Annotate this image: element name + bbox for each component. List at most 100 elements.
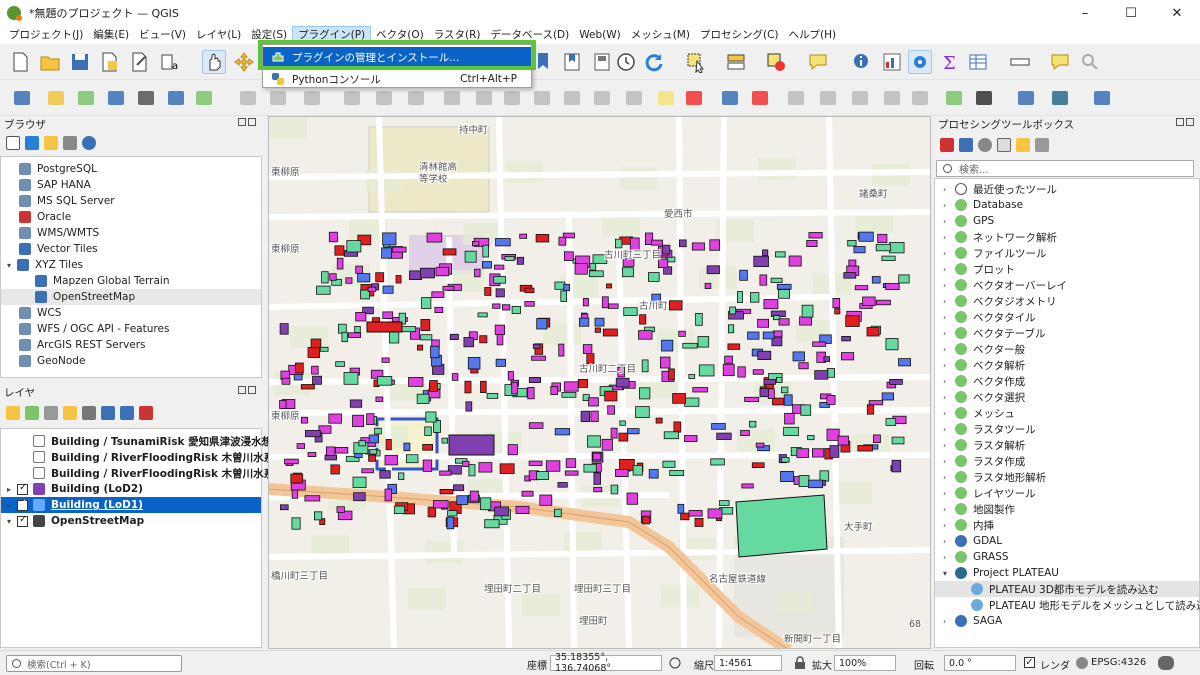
- menu-12[interactable]: ヘルプ(H): [784, 26, 842, 44]
- new-virtual-layer-icon[interactable]: [164, 86, 188, 110]
- processing-item[interactable]: ▾ Project PLATEAU: [935, 565, 1199, 581]
- expand-arrow-icon[interactable]: ›: [943, 553, 953, 562]
- select-features-icon[interactable]: [684, 50, 708, 74]
- processing-item[interactable]: › ベクタジオメトリ: [935, 293, 1199, 309]
- layer-item[interactable]: ▸ Building (LoD1): [1, 497, 261, 513]
- processing-item[interactable]: › GDAL: [935, 533, 1199, 549]
- processing-item[interactable]: › ベクタ選択: [935, 389, 1199, 405]
- menu-1[interactable]: 編集(E): [88, 26, 134, 44]
- layer-item[interactable]: ▾ OpenStreetMap: [1, 513, 261, 529]
- label-highlight-icon[interactable]: [748, 86, 772, 110]
- style-manager-icon[interactable]: a: [158, 50, 182, 74]
- menu-4[interactable]: 設定(S): [246, 26, 292, 44]
- expand-arrow-icon[interactable]: ›: [943, 441, 953, 450]
- pan-to-selection-icon[interactable]: [232, 50, 256, 74]
- models-icon[interactable]: [940, 138, 954, 152]
- processing-item[interactable]: PLATEAU 3D都市モデルを読み込む: [935, 581, 1199, 597]
- expand-arrow-icon[interactable]: ›: [943, 329, 953, 338]
- expand-arrow-icon[interactable]: ›: [943, 537, 953, 546]
- identify-icon[interactable]: [850, 50, 874, 74]
- add-feature-icon[interactable]: [340, 86, 364, 110]
- refresh-icon[interactable]: [642, 50, 666, 74]
- browser-item[interactable]: PostgreSQL: [1, 161, 261, 177]
- expand-arrow-icon[interactable]: ›: [943, 249, 953, 258]
- processing-item[interactable]: PLATEAU 地形モデルをメッシュとして読み込む: [935, 597, 1200, 613]
- processing-item[interactable]: › ベクタ作成: [935, 373, 1199, 389]
- expand-arrow-icon[interactable]: ›: [943, 473, 953, 482]
- expand-arrow-icon[interactable]: ›: [943, 217, 953, 226]
- redo-icon[interactable]: [590, 86, 614, 110]
- browser-item[interactable]: SAP HANA: [1, 177, 261, 193]
- crs-label[interactable]: EPSG:4326: [1091, 657, 1146, 668]
- lock-scale-icon[interactable]: [794, 656, 806, 670]
- refresh-icon[interactable]: [25, 136, 39, 150]
- cut-features-icon[interactable]: [472, 86, 496, 110]
- temporal-controller-icon[interactable]: [614, 50, 638, 74]
- browser-item[interactable]: Vector Tiles: [1, 241, 261, 257]
- python-console-icon[interactable]: [1014, 86, 1038, 110]
- copy-features-icon[interactable]: [500, 86, 524, 110]
- expand-arrow-icon[interactable]: ›: [943, 377, 953, 386]
- close-button[interactable]: ✕: [1154, 0, 1200, 26]
- save-project-icon[interactable]: [68, 50, 92, 74]
- browser-item[interactable]: ▾ XYZ Tiles: [1, 257, 261, 273]
- collapse-all-icon[interactable]: [120, 406, 134, 420]
- expand-arrow-icon[interactable]: ▾: [943, 569, 953, 578]
- show-bookmarks-icon[interactable]: [560, 50, 584, 74]
- menu-2[interactable]: ビュー(V): [134, 26, 191, 44]
- processing-item[interactable]: › ベクタ解析: [935, 357, 1199, 373]
- layer-item[interactable]: Building / RiverFloodingRisk 木曽川水系木: [1, 449, 285, 465]
- python-console-item[interactable]: Pythonコンソール Ctrl+Alt+P: [263, 69, 531, 89]
- expand-arrow-icon[interactable]: ›: [943, 617, 953, 626]
- info-icon[interactable]: [82, 136, 96, 150]
- processing-search-input[interactable]: 検索...: [936, 160, 1194, 177]
- processing-item[interactable]: › ラスタ作成: [935, 453, 1199, 469]
- minimize-button[interactable]: –: [1062, 0, 1108, 26]
- map-tip-icon[interactable]: [1048, 50, 1072, 74]
- expand-arrow-icon[interactable]: ›: [943, 425, 953, 434]
- browser-item[interactable]: ArcGIS REST Servers: [1, 337, 261, 353]
- new-shapefile-icon[interactable]: [74, 86, 98, 110]
- open-project-icon[interactable]: [38, 50, 62, 74]
- expand-arrow-icon[interactable]: ▾: [7, 517, 17, 526]
- scale-field[interactable]: 1:4561: [714, 655, 782, 671]
- 3d-map-icon[interactable]: [942, 86, 966, 110]
- help-icon[interactable]: [1090, 86, 1114, 110]
- layer-visibility-checkbox[interactable]: [17, 514, 28, 527]
- print-layout-icon[interactable]: [128, 50, 152, 74]
- expand-arrow-icon[interactable]: ›: [943, 457, 953, 466]
- browser-item[interactable]: GeoNode: [1, 353, 261, 369]
- processing-item[interactable]: › ベクタテーブル: [935, 325, 1199, 341]
- processing-item[interactable]: › Database: [935, 197, 1199, 213]
- processing-item[interactable]: › SAGA: [935, 613, 1199, 629]
- map-tips-icon[interactable]: [590, 50, 614, 74]
- processing-item[interactable]: › レイヤツール: [935, 485, 1199, 501]
- data-source-manager-icon[interactable]: [10, 86, 34, 110]
- pan-icon[interactable]: [202, 50, 226, 74]
- delete-selected-icon[interactable]: [440, 86, 464, 110]
- processing-item[interactable]: › メッシュ: [935, 405, 1199, 421]
- menu-11[interactable]: プロセシング(C): [695, 26, 784, 44]
- remove-layer-icon[interactable]: [139, 406, 153, 420]
- processing-item[interactable]: › ラスタツール: [935, 421, 1199, 437]
- label-toolbar-icon[interactable]: [654, 86, 678, 110]
- processing-item[interactable]: › ラスタ解析: [935, 437, 1199, 453]
- diagram-icon[interactable]: [682, 86, 706, 110]
- browser-item[interactable]: Mapzen Global Terrain: [1, 273, 261, 289]
- browser-item[interactable]: WCS: [1, 305, 261, 321]
- select-by-value-icon[interactable]: [724, 50, 748, 74]
- annotation-icon[interactable]: [806, 50, 830, 74]
- expand-arrow-icon[interactable]: ▸: [7, 485, 17, 494]
- history-icon[interactable]: [978, 138, 992, 152]
- expand-arrow-icon[interactable]: ›: [943, 361, 953, 370]
- expand-arrow-icon[interactable]: ›: [943, 409, 953, 418]
- expand-arrow-icon[interactable]: ›: [943, 281, 953, 290]
- menu-6[interactable]: ベクタ(O): [371, 26, 429, 44]
- new-temporary-layer-icon[interactable]: [134, 86, 158, 110]
- manage-plugins-item[interactable]: プラグインの管理とインストール...: [263, 47, 531, 67]
- label-change-icon[interactable]: [848, 86, 872, 110]
- edit-history-icon[interactable]: [622, 86, 646, 110]
- expand-arrow-icon[interactable]: ›: [943, 521, 953, 530]
- menu-5[interactable]: プラグイン(P): [292, 26, 372, 44]
- paste-features-icon[interactable]: [530, 86, 554, 110]
